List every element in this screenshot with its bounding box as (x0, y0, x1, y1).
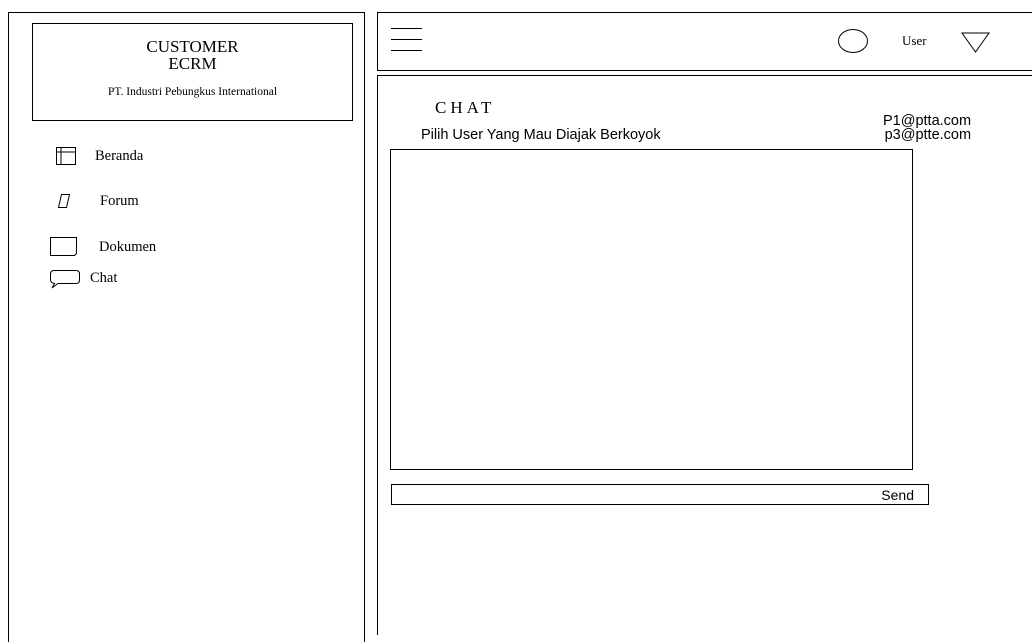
hamburger-icon[interactable] (391, 28, 422, 52)
sidebar-item-beranda[interactable]: Beranda (56, 147, 216, 169)
forum-icon (57, 194, 71, 208)
sidebar-item-label: Dokumen (99, 239, 157, 255)
topbar: User (377, 12, 1032, 71)
message-input[interactable]: Send (391, 484, 929, 505)
page-title: CHAT (435, 98, 496, 117)
triangle-down-icon[interactable] (961, 32, 991, 54)
send-button[interactable]: Send (881, 487, 914, 503)
sidebar: CUSTOMER ECRM PT. Industri Pebungkus Int… (8, 12, 365, 642)
sidebar-item-chat[interactable]: Chat (49, 269, 209, 291)
chat-bubble-icon (50, 270, 80, 289)
sidebar-item-forum[interactable]: Forum (56, 193, 216, 215)
sidebar-item-label: Forum (100, 193, 139, 209)
user-list-item[interactable]: P1@ptta.com (883, 114, 971, 129)
user-list: P1@ptta.com p3@ptte.com (883, 114, 971, 143)
sidebar-item-label: Beranda (95, 148, 144, 164)
home-panel-icon (56, 147, 76, 165)
user-list-item[interactable]: p3@ptte.com (883, 128, 971, 143)
main-panel: CHAT Pilih User Yang Mau Diajak Berkoyok… (377, 75, 1032, 635)
brand-title: CUSTOMER ECRM (146, 37, 239, 73)
brand-subtitle: PT. Industri Pebungkus International (107, 86, 278, 98)
chat-messages-area (390, 149, 913, 470)
document-icon (50, 237, 77, 256)
sidebar-item-label: Chat (90, 270, 118, 286)
chat-instruction: Pilih User Yang Mau Diajak Berkoyok (421, 127, 661, 143)
user-label[interactable]: User (902, 33, 927, 49)
brand-box: CUSTOMER ECRM PT. Industri Pebungkus Int… (32, 23, 353, 121)
user-circle-icon[interactable] (838, 29, 868, 53)
sidebar-item-dokumen[interactable]: Dokumen (49, 236, 209, 258)
